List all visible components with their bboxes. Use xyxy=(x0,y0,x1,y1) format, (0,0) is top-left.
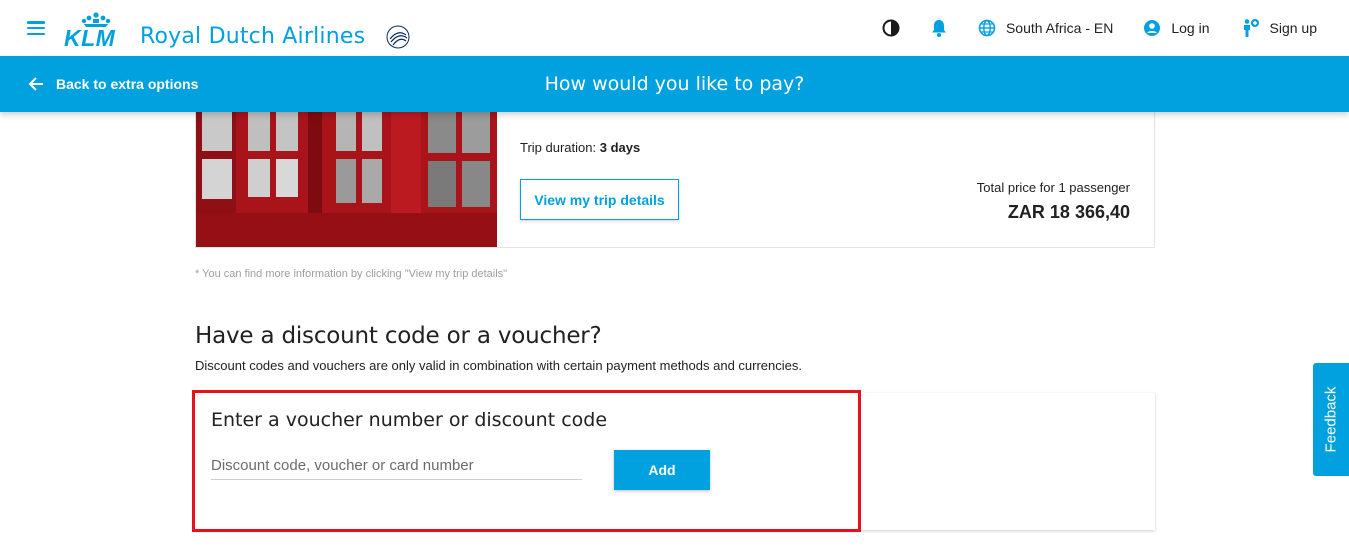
person-add-icon xyxy=(1243,19,1259,37)
signup-label: Sign up xyxy=(1269,20,1317,36)
notifications-button[interactable] xyxy=(930,19,948,38)
trip-duration-value: 3 days xyxy=(599,140,641,155)
klm-wordmark: KLM xyxy=(64,25,116,51)
add-voucher-button[interactable]: Add xyxy=(614,450,710,490)
view-trip-details-button[interactable]: View my trip details xyxy=(520,179,679,220)
login-button[interactable]: Log in xyxy=(1143,19,1210,37)
destination-photo xyxy=(196,101,497,247)
back-to-extra-options-link[interactable]: Back to extra options xyxy=(28,56,198,112)
trip-duration-label: Trip duration: xyxy=(520,140,597,155)
total-price-value: ZAR 18 366,40 xyxy=(1007,202,1130,222)
page-title: How would you like to pay? xyxy=(544,73,805,95)
voucher-code-input[interactable] xyxy=(211,452,582,480)
region-selector[interactable]: South Africa - EN xyxy=(978,19,1113,37)
contrast-icon xyxy=(882,19,900,37)
signup-button[interactable]: Sign up xyxy=(1240,18,1317,38)
klm-logo[interactable]: KLM Royal Dutch Airlines xyxy=(64,6,365,50)
top-header: KLM Royal Dutch Airlines South Africa - … xyxy=(0,0,1349,56)
contrast-toggle[interactable] xyxy=(882,19,900,37)
trip-duration: Trip duration: 3 days xyxy=(520,140,640,155)
discount-section-title: Have a discount code or a voucher? xyxy=(195,323,602,349)
login-label: Log in xyxy=(1171,20,1210,36)
klm-mark: KLM xyxy=(64,12,128,50)
checkout-navbar: Back to extra options How would you like… xyxy=(0,56,1349,112)
skyteam-logo-icon xyxy=(386,25,410,49)
feedback-tab[interactable]: Feedback xyxy=(1313,363,1349,476)
user-icon xyxy=(1144,20,1161,36)
arrow-left-icon xyxy=(28,77,43,91)
menu-icon[interactable] xyxy=(27,21,45,35)
total-price-label: Total price for 1 passenger xyxy=(976,180,1130,195)
back-label: Back to extra options xyxy=(56,76,199,92)
trip-details-footnote: * You can find more information by click… xyxy=(195,268,508,280)
trip-summary-card: Trip duration: 3 days View my trip detai… xyxy=(195,100,1155,248)
voucher-card-heading: Enter a voucher number or discount code xyxy=(211,409,608,431)
globe-icon xyxy=(978,19,996,37)
region-label: South Africa - EN xyxy=(1005,20,1114,36)
feedback-label: Feedback xyxy=(1322,386,1340,453)
brand-name: Royal Dutch Airlines xyxy=(140,24,366,49)
header-actions: South Africa - EN Log in Sign up xyxy=(882,0,1317,56)
discount-section-subtitle: Discount codes and vouchers are only val… xyxy=(195,358,802,373)
bell-icon xyxy=(931,19,946,37)
